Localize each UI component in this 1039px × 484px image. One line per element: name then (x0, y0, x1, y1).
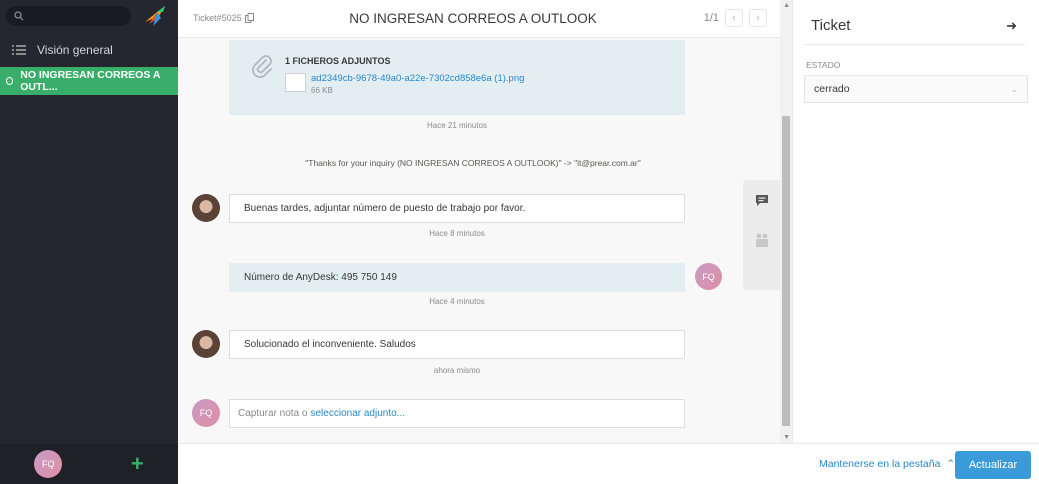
state-label: ESTADO (806, 60, 841, 70)
pager-count: 1/1 (703, 12, 719, 24)
internal-note-bubble: Número de AnyDesk: 495 750 149 (229, 263, 685, 292)
attachments-title: 1 FICHEROS ADJUNTOS (285, 56, 391, 66)
ticket-zoom: Ticket#5025 NO INGRESAN CORREOS A OUTLOO… (178, 0, 792, 484)
chevron-right-icon: › (756, 12, 760, 24)
message-timestamp: Hace 8 minutos (429, 229, 485, 238)
next-ticket-button[interactable]: › (749, 9, 767, 27)
ticket-pager: 1/1 ‹ › (704, 9, 767, 27)
customers-tool-button[interactable] (743, 220, 780, 260)
add-new-icon[interactable]: + (131, 453, 144, 475)
system-message: "Thanks for your inquiry (NO INGRESAN CO… (305, 158, 641, 168)
compose-placeholder: Capturar nota o (238, 408, 308, 419)
agent-avatar[interactable] (192, 330, 220, 358)
update-button[interactable]: Actualizar (955, 451, 1031, 479)
nav-overview[interactable]: Visión general (0, 37, 178, 63)
ticket-header: Ticket#5025 NO INGRESAN CORREOS A OUTLOO… (178, 0, 792, 38)
collapse-sidebar-icon[interactable]: ➜ (1006, 18, 1017, 34)
nav-overview-label: Visión general (37, 43, 113, 57)
attachment-article: 1 FICHEROS ADJUNTOS ad2349cb-9678-49a0-a… (229, 40, 685, 115)
stay-on-tab-label: Mantenerse en la pestaña (819, 458, 941, 470)
attachment-file-link[interactable]: ad2349cb-9678-49a0-a22e-7302cd858e6a (1)… (311, 73, 524, 84)
chat-bubble-icon (755, 194, 768, 206)
previous-ticket-button[interactable]: ‹ (725, 9, 743, 27)
nav-active-ticket[interactable]: NO INGRESAN CORREOS A OUTL... (0, 67, 178, 95)
user-avatar[interactable]: FQ (34, 450, 63, 478)
state-select-value: cerrado (814, 83, 850, 95)
sidebar-title: Ticket (811, 17, 851, 34)
message-timestamp: ahora mismo (433, 366, 481, 375)
paperclip-icon (252, 55, 272, 78)
customer-avatar[interactable]: FQ (695, 263, 722, 290)
sidebar-divider (805, 44, 1025, 45)
scroll-up-icon[interactable]: ▲ (783, 2, 790, 9)
compose-note-input[interactable]: Capturar nota o seleccionar adjunto... (229, 399, 685, 428)
message-timestamp: Hace 4 minutos (429, 297, 485, 306)
ticket-status-icon (6, 77, 14, 85)
scroll-down-icon[interactable]: ▼ (783, 434, 790, 441)
chevron-up-icon: ⌃ (946, 458, 956, 470)
nav-top-bar (0, 0, 178, 32)
compose-author-avatar[interactable]: FQ (192, 399, 220, 427)
ticket-sidebar: Ticket ➜ ESTADO cerrado ⌄ (792, 0, 1039, 443)
agent-avatar[interactable] (192, 194, 220, 222)
ticket-title[interactable]: NO INGRESAN CORREOS A OUTLOOK (178, 11, 768, 26)
nav-active-ticket-label: NO INGRESAN CORREOS A OUTL... (20, 69, 161, 93)
select-attachment-link[interactable]: seleccionar adjunto... (311, 408, 406, 419)
search-icon (14, 11, 24, 21)
note-tool-button[interactable] (743, 180, 780, 220)
list-icon (12, 45, 26, 55)
chevron-down-icon: ⌄ (1010, 83, 1018, 94)
main-navigation: Visión general NO INGRESAN CORREOS A OUT… (0, 0, 178, 484)
stay-on-tab-dropdown[interactable]: Mantenerse en la pestaña ⌃ (819, 458, 955, 470)
nav-bottom-bar: FQ + (0, 444, 178, 484)
people-icon (755, 233, 768, 247)
ticket-footer: Mantenerse en la pestaña ⌃ Actualizar (178, 443, 1039, 484)
scrollbar[interactable]: ▲ ▼ (780, 0, 792, 443)
state-select[interactable]: cerrado ⌄ (804, 75, 1028, 103)
search-input[interactable] (6, 6, 131, 26)
message-bubble: Solucionado el inconveniente. Saludos (229, 330, 685, 359)
app-logo-icon[interactable] (143, 4, 167, 28)
attachment-file-size: 66 KB (311, 86, 333, 95)
file-thumbnail[interactable] (285, 73, 306, 92)
scrollbar-thumb[interactable] (782, 116, 790, 426)
attachment-timestamp: Hace 21 minutos (426, 121, 488, 130)
article-type-toolbar (743, 180, 780, 290)
chevron-left-icon: ‹ (732, 12, 736, 24)
message-bubble: Buenas tardes, adjuntar número de puesto… (229, 194, 685, 223)
